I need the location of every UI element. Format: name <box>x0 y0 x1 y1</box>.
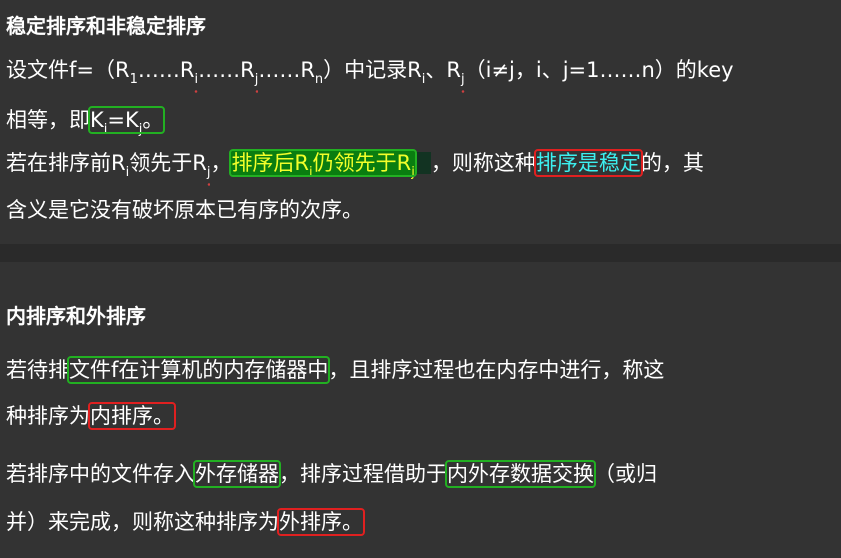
external-sort-box: 外排序。 <box>277 508 365 536</box>
stable-term-box: 排序是稳定 <box>533 149 643 177</box>
section1-line3: 若在排序前Ri领先于Rj，排序后Ri仍领先于Rj ，则称这种排序是稳定的，其 <box>6 149 704 180</box>
internal-sort-box: 内排序。 <box>88 402 176 430</box>
data-exchange-box: 内外存数据交换 <box>445 460 596 488</box>
section2-line4: 并）来完成，则称这种排序为外排序。 <box>6 508 365 536</box>
highlight-shadow <box>414 152 431 174</box>
section1-line1: 设文件f=（R1……Ri……Rj……Rn）中记录Ri、Rj（i≠j，i、j=1…… <box>6 58 734 87</box>
section1-line4: 含义是它没有破坏原本已有序的次序。 <box>6 198 363 222</box>
section2-line1: 若待排文件f在计算机的内存储器中，且排序过程也在内存中进行，称这 <box>6 356 665 384</box>
section2-line2: 种排序为内排序。 <box>6 402 176 430</box>
key-equal-box: Ki=Kj。 <box>87 106 166 137</box>
external-storage-box: 外存储器 <box>193 460 281 488</box>
internal-memory-box: 文件f在计算机的内存储器中 <box>66 356 331 384</box>
section2-line3: 若排序中的文件存入外存储器，排序过程借助于内外存数据交换（或归 <box>6 460 657 488</box>
section2-heading: 内排序和外排序 <box>6 304 146 328</box>
stable-condition-highlight: 排序后Ri仍领先于Rj <box>229 149 417 180</box>
section1-line2: 相等，即Ki=Kj。 <box>6 106 166 137</box>
section-divider <box>0 244 841 262</box>
section1-heading: 稳定排序和非稳定排序 <box>6 14 206 38</box>
